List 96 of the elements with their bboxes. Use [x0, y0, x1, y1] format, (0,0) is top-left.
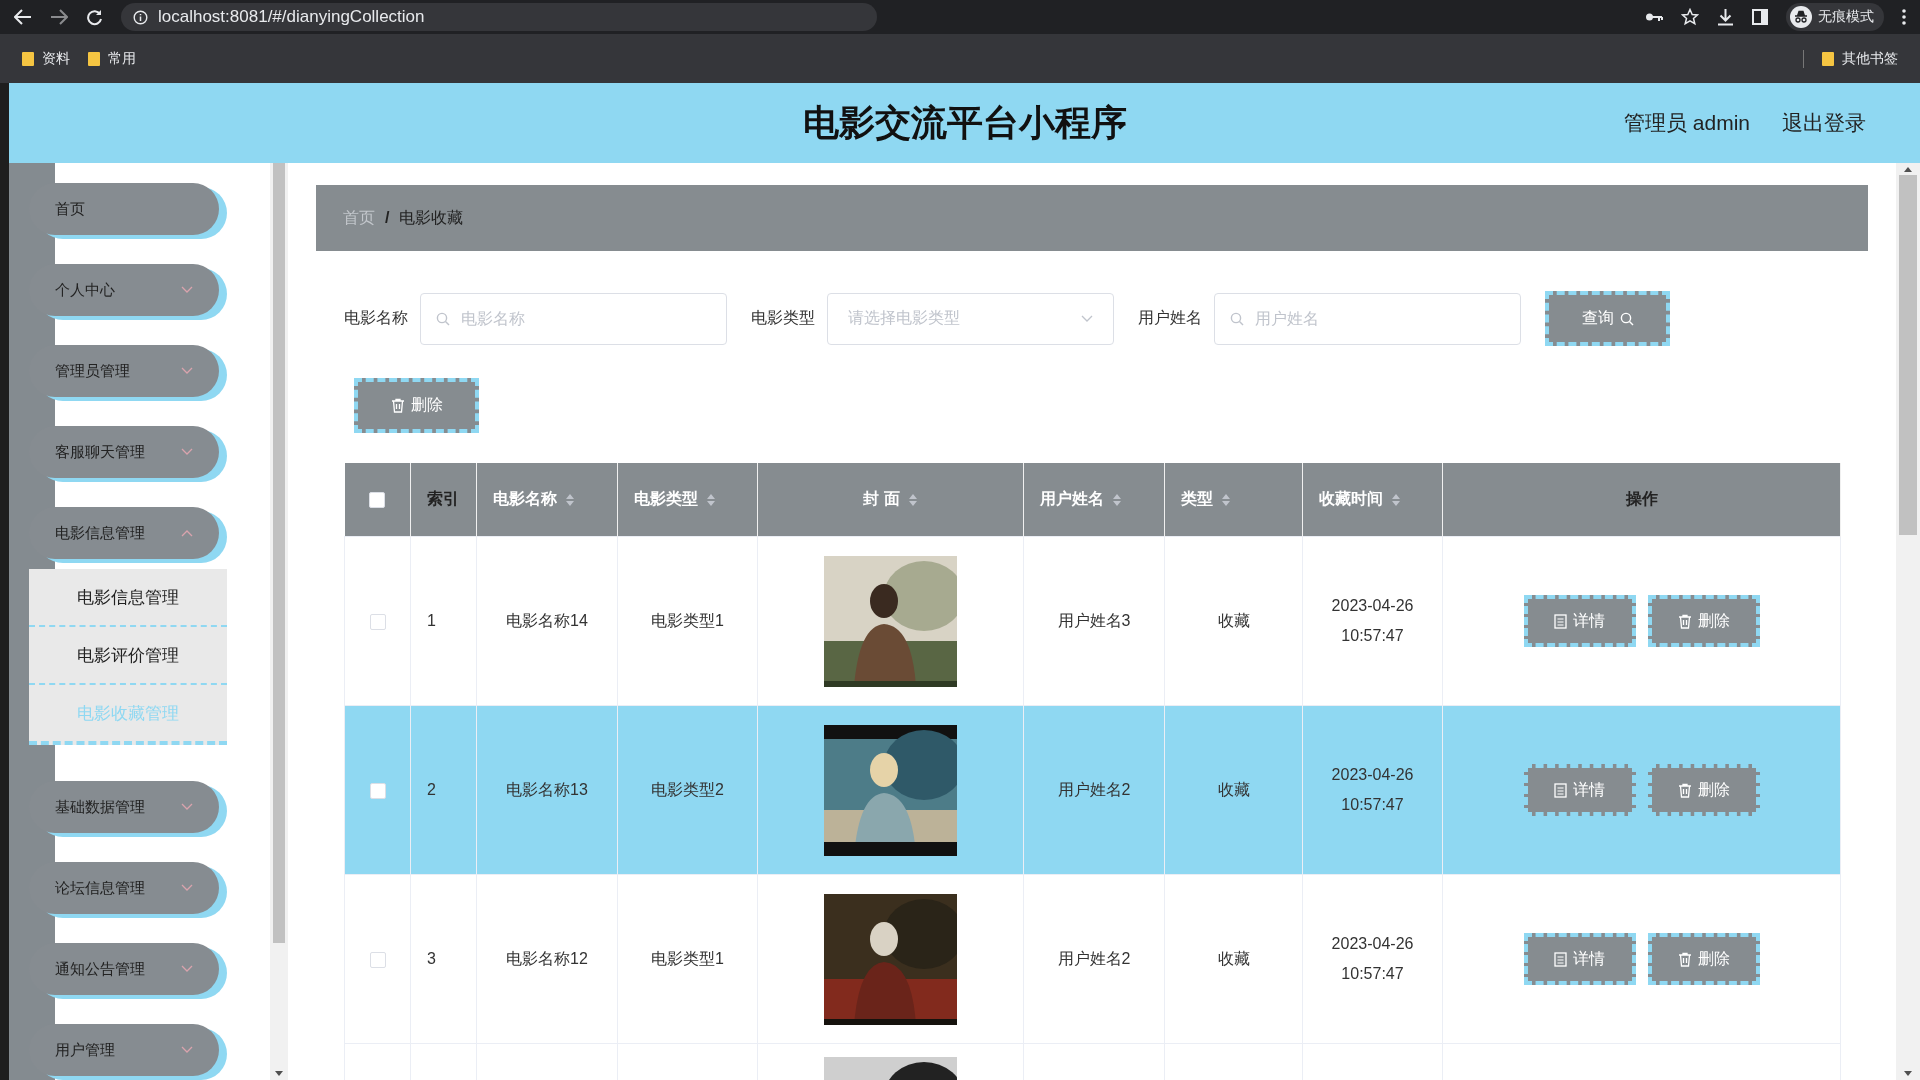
search-icon: [1230, 311, 1244, 326]
chevron-down-icon: [181, 448, 193, 456]
chevron-down-icon: [1081, 314, 1093, 323]
key-icon[interactable]: [1645, 12, 1663, 22]
table-cell: 用户姓名2: [1057, 780, 1131, 798]
folder-icon: [88, 51, 100, 66]
document-icon: [1554, 613, 1567, 629]
table-cell: 用户姓名3: [1057, 611, 1131, 629]
table-cell: 电影名称14: [506, 611, 588, 629]
column-header[interactable]: 封 面: [863, 489, 900, 510]
chevron-down-icon: [181, 884, 193, 892]
scrollbar-thumb[interactable]: [273, 163, 285, 943]
admin-label: 管理员 admin: [1623, 110, 1750, 136]
search-icon: [1619, 311, 1634, 326]
table-row[interactable]: 1 电影名称14 电影类型1 用户姓名3 收藏 2023-04-26 10:57:47 详情 删除: [344, 536, 1841, 706]
table-cell: 电影类型2: [651, 780, 724, 798]
chevron-down-icon: [181, 286, 193, 294]
table-cell: 3: [427, 950, 436, 967]
info-icon[interactable]: [133, 9, 148, 25]
column-header: 索引: [427, 489, 459, 509]
column-header[interactable]: 电影名称: [493, 489, 557, 510]
document-icon: [1554, 782, 1567, 798]
search-icon: [436, 311, 450, 326]
search-field[interactable]: 用户姓名: [1214, 292, 1521, 345]
chevron-down-icon: [181, 529, 193, 537]
delete-button[interactable]: 删除: [1647, 764, 1760, 816]
sort-icon[interactable]: [1391, 492, 1401, 507]
folder-icon: [22, 51, 34, 66]
download-icon[interactable]: [1717, 8, 1734, 26]
table-row[interactable]: 3 电影名称12 电影类型1 用户姓名2 收藏 2023-04-26 10:57:47 详情 删除: [344, 874, 1841, 1044]
trash-icon: [390, 398, 405, 413]
query-button[interactable]: 查询: [1545, 291, 1670, 346]
chevron-down-icon: [181, 1046, 193, 1054]
row-checkbox[interactable]: [369, 951, 386, 968]
table-cell: 1: [427, 612, 436, 629]
column-header[interactable]: 类型: [1181, 489, 1213, 510]
row-checkbox[interactable]: [369, 613, 386, 630]
table-cell: 电影名称12: [506, 949, 588, 967]
column-header[interactable]: 用户姓名: [1040, 489, 1104, 510]
details-button[interactable]: 详情: [1523, 933, 1636, 985]
back-icon[interactable]: [14, 9, 32, 25]
sort-icon[interactable]: [1112, 492, 1122, 507]
forward-icon[interactable]: [50, 9, 68, 25]
scrollbar-thumb[interactable]: [1899, 175, 1917, 535]
delete-button[interactable]: 删除: [1647, 595, 1760, 647]
folder-icon: [1822, 51, 1834, 66]
logout-link[interactable]: 退出登录: [1782, 109, 1866, 137]
app-title: 电影交流平台小程序: [802, 100, 1127, 145]
star-icon[interactable]: [1681, 8, 1699, 26]
document-icon: [1554, 951, 1567, 967]
table-cell: 2023-04-26 10:57:47: [1331, 597, 1414, 644]
table-cell: 电影名称13: [506, 780, 588, 798]
filter-label: 用户姓名: [1138, 308, 1202, 328]
delete-button[interactable]: 删除: [1647, 933, 1760, 985]
search-field[interactable]: 电影名称: [420, 292, 727, 345]
column-header: 操作: [1625, 489, 1658, 509]
bookmark[interactable]: 资料: [42, 49, 70, 68]
sort-icon[interactable]: [565, 492, 575, 507]
delete-button[interactable]: 删除: [354, 378, 479, 433]
sort-icon[interactable]: [706, 492, 716, 507]
chevron-down-icon: [181, 803, 193, 811]
table-cell: 收藏: [1217, 611, 1250, 629]
breadcrumb-item: 电影收藏: [399, 207, 464, 228]
table-cell: 收藏: [1217, 780, 1250, 798]
incognito-icon: [1790, 6, 1812, 28]
select-all-checkbox[interactable]: [369, 492, 386, 509]
table-cell: 2: [427, 781, 436, 798]
row-checkbox[interactable]: [369, 782, 386, 799]
column-header[interactable]: 电影类型: [634, 489, 698, 510]
details-button[interactable]: 详情: [1523, 764, 1636, 816]
submenu-item[interactable]: 电影评价管理: [29, 627, 227, 685]
chevron-down-icon: [181, 965, 193, 973]
sort-icon[interactable]: [1221, 492, 1231, 507]
filter-label: 电影名称: [344, 308, 408, 328]
table-cell: 2023-04-26 10:57:47: [1331, 766, 1414, 813]
table-cell: 电影类型1: [651, 611, 724, 629]
table-cell: 收藏: [1217, 949, 1250, 967]
table-row[interactable]: 2 电影名称13 电影类型2 用户姓名2 收藏 2023-04-26 10:57:47 详情 删除: [344, 705, 1841, 875]
menu-icon[interactable]: [1902, 9, 1906, 25]
table-cell: 用户姓名2: [1057, 949, 1131, 967]
sort-icon[interactable]: [907, 492, 918, 507]
table-cell: 2023-04-26 10:57:47: [1331, 935, 1414, 982]
trash-icon: [1677, 782, 1692, 798]
table-cell: 电影类型1: [651, 949, 724, 967]
filter-label: 电影类型: [751, 308, 815, 328]
details-button[interactable]: 详情: [1523, 595, 1636, 647]
sidebar-toggle-icon[interactable]: [1752, 9, 1768, 25]
chevron-down-icon: [181, 367, 193, 375]
reload-icon[interactable]: [86, 8, 103, 26]
trash-icon: [1677, 613, 1692, 629]
trash-icon: [1677, 951, 1692, 967]
column-header[interactable]: 收藏时间: [1319, 489, 1383, 510]
submenu-item[interactable]: 电影信息管理: [29, 569, 227, 627]
bookmark[interactable]: 常用: [108, 49, 136, 68]
breadcrumb-separator: /: [385, 209, 390, 227]
other-bookmarks[interactable]: 其他书签: [1842, 49, 1898, 68]
